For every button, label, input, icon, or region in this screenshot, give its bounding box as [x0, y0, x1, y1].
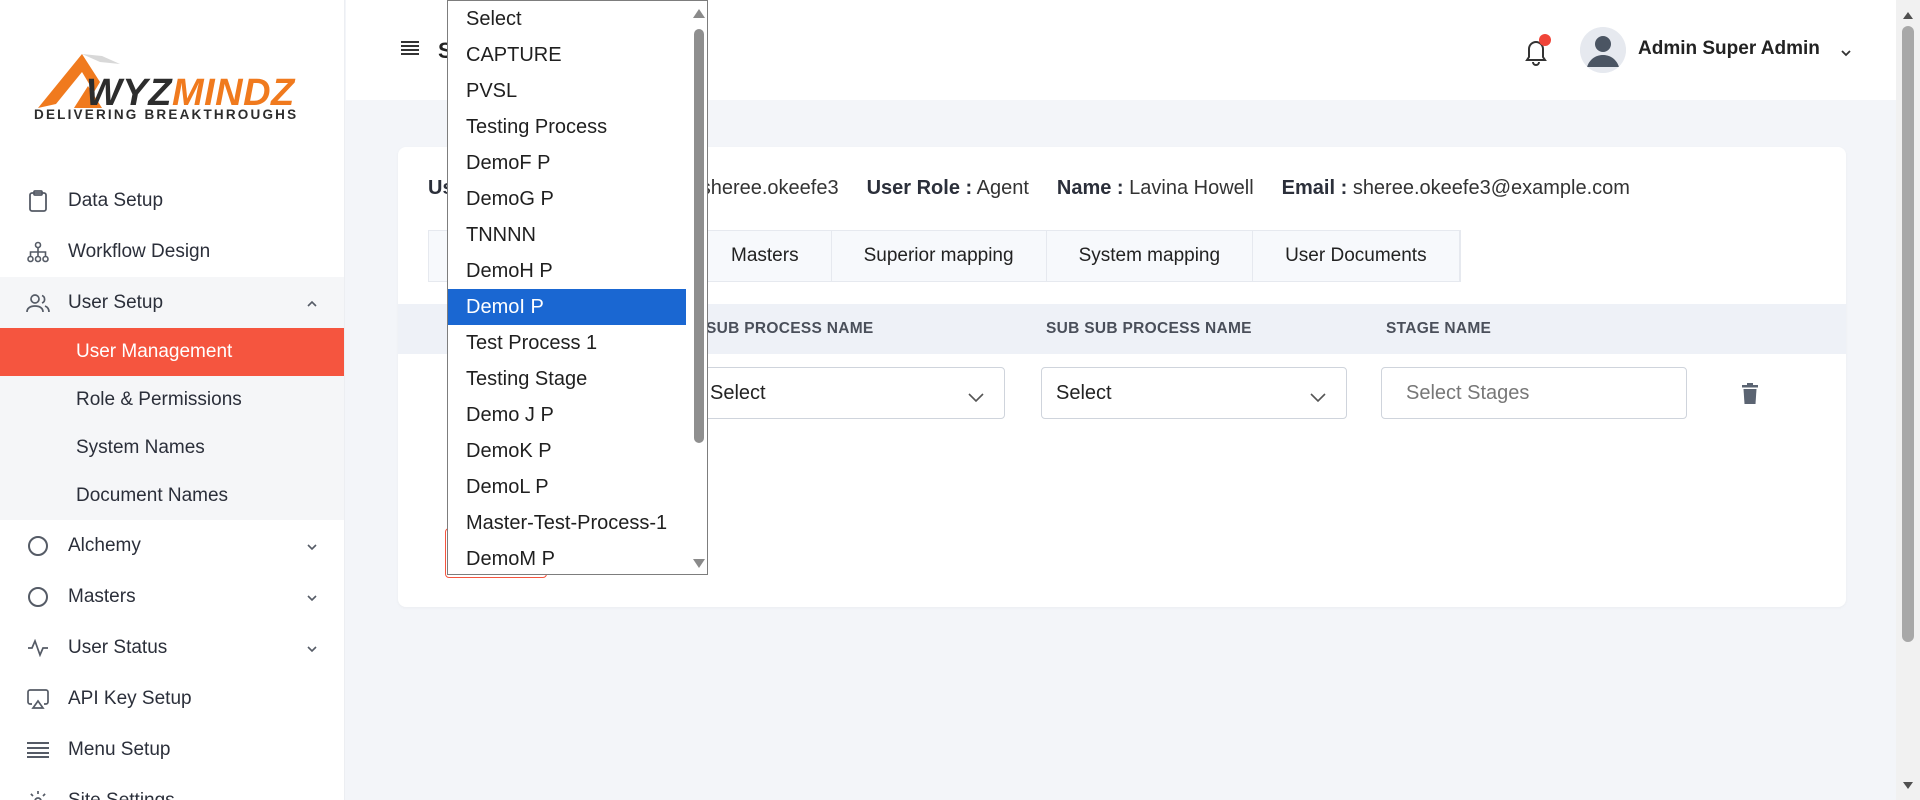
dropdown-scrollbar-thumb[interactable]	[694, 29, 704, 443]
sidebar-subitem-system-names[interactable]: System Names	[0, 424, 344, 472]
sidebar-item-label: Workflow Design	[68, 240, 211, 262]
chevron-down-icon	[305, 589, 319, 603]
sidebar-item-label: API Key Setup	[68, 687, 192, 709]
stage-multiselect[interactable]: Select Stages	[1381, 367, 1687, 419]
sidebar-item-label: Menu Setup	[68, 738, 171, 760]
hierarchy-icon	[26, 240, 50, 264]
email-label: Email :	[1281, 177, 1348, 199]
user-role-value: Agent	[976, 177, 1029, 199]
dropdown-scrollbar[interactable]	[689, 1, 707, 574]
chevron-up-icon	[305, 295, 319, 309]
tab-masters[interactable]: Masters	[699, 231, 832, 281]
sidebar-item-masters[interactable]: Masters	[0, 571, 344, 622]
hamburger-menu-icon[interactable]	[401, 40, 421, 58]
dropdown-option[interactable]: PVSL	[448, 73, 686, 109]
sidebar-subitem-role-permissions[interactable]: Role & Permissions	[0, 376, 344, 424]
tab-system-mapping[interactable]: System mapping	[1047, 231, 1254, 281]
tab-user-documents[interactable]: User Documents	[1253, 231, 1460, 281]
chevron-down-icon	[305, 538, 319, 552]
sidebar-item-user-status[interactable]: User Status	[0, 622, 344, 673]
dropdown-option[interactable]: DemoL P	[448, 469, 686, 505]
sub-process-select[interactable]: Select	[695, 367, 1005, 419]
activity-icon	[26, 636, 50, 660]
dropdown-option-highlighted[interactable]: DemoI P	[448, 289, 686, 325]
dropdown-option[interactable]: DemoF P	[448, 145, 686, 181]
sidebar-item-site-settings[interactable]: Site Settings	[0, 775, 344, 800]
sidebar-item-menu-setup[interactable]: Menu Setup	[0, 724, 344, 775]
chevron-down-icon	[305, 640, 319, 654]
user-role-label: User Role :	[866, 177, 973, 199]
dropdown-option[interactable]: DemoH P	[448, 253, 686, 289]
user-menu-name[interactable]: Admin Super Admin	[1638, 38, 1820, 60]
scroll-up-icon[interactable]	[693, 9, 705, 18]
sub-sub-process-select-value: Select	[1056, 381, 1112, 404]
header-sub-sub-process-name: SUB SUB PROCESS NAME	[1046, 320, 1252, 337]
chevron-down-icon	[1310, 386, 1326, 403]
name-value: Lavina Howell	[1129, 177, 1254, 199]
dropdown-option[interactable]: Demo J P	[448, 397, 686, 433]
sidebar-item-api-key-setup[interactable]: API Key Setup	[0, 673, 344, 724]
dropdown-option[interactable]: CAPTURE	[448, 37, 686, 73]
sidebar-item-label: User Status	[68, 636, 168, 658]
sidebar-item-user-setup[interactable]: User Setup	[0, 277, 344, 328]
header-sub-process-name: SUB PROCESS NAME	[706, 320, 874, 337]
dropdown-option[interactable]: DemoM P	[448, 541, 686, 574]
dropdown-option[interactable]: Master-Test-Process-1	[448, 505, 686, 541]
dropdown-option[interactable]: DemoG P	[448, 181, 686, 217]
circle-icon	[26, 534, 50, 558]
sidebar-item-label: User Setup	[68, 291, 164, 313]
page-scrollbar[interactable]	[1896, 0, 1920, 800]
sidebar-item-alchemy[interactable]: Alchemy	[0, 520, 344, 571]
sidebar-subitem-document-names[interactable]: Document Names	[0, 472, 344, 520]
tab-superior-mapping[interactable]: Superior mapping	[832, 231, 1047, 281]
sub-sub-process-select[interactable]: Select	[1041, 367, 1347, 419]
circle-icon	[26, 585, 50, 609]
sub-process-select-value: Select	[710, 381, 766, 404]
sidebar-item-label: Masters	[68, 585, 136, 607]
sidebar-nav: Data Setup Workflow Design User Setup Us…	[0, 175, 344, 800]
scroll-down-icon[interactable]	[1903, 782, 1913, 789]
username-value: : sheree.okeefe3	[689, 177, 839, 199]
process-dropdown-list[interactable]: Select CAPTURE PVSL Testing Process Demo…	[447, 0, 708, 575]
brand-tagline: DELIVERING BREAKTHROUGHS	[34, 107, 299, 122]
sidebar-item-label: Site Settings	[68, 789, 175, 800]
scrollbar-thumb[interactable]	[1902, 26, 1914, 642]
dropdown-option[interactable]: Testing Process	[448, 109, 686, 145]
dropdown-option[interactable]: TNNNN	[448, 217, 686, 253]
brand-logo: WYZMINDZ DELIVERING BREAKTHROUGHS	[30, 48, 320, 126]
sidebar-item-data-setup[interactable]: Data Setup	[0, 175, 344, 226]
sidebar-item-label: Data Setup	[68, 189, 164, 211]
sidebar-item-label: Alchemy	[68, 534, 141, 556]
users-icon	[26, 291, 50, 315]
sidebar-item-workflow-design[interactable]: Workflow Design	[0, 226, 344, 277]
sidebar: WYZMINDZ DELIVERING BREAKTHROUGHS Data S…	[0, 0, 345, 800]
dropdown-option[interactable]: DemoK P	[448, 433, 686, 469]
delete-row-icon[interactable]	[1741, 383, 1759, 405]
dropdown-option[interactable]: Testing Stage	[448, 361, 686, 397]
scroll-down-icon[interactable]	[693, 559, 705, 568]
dropdown-option[interactable]: Test Process 1	[448, 325, 686, 361]
dropdown-options: Select CAPTURE PVSL Testing Process Demo…	[448, 1, 686, 574]
airplay-icon	[26, 687, 50, 711]
menu-icon	[26, 738, 50, 762]
notification-badge	[1539, 34, 1551, 46]
sidebar-subitem-user-management[interactable]: User Management	[0, 328, 344, 376]
avatar[interactable]	[1580, 27, 1626, 73]
chevron-down-icon[interactable]	[1840, 45, 1852, 57]
chevron-down-icon	[968, 386, 984, 403]
name-label: Name :	[1056, 177, 1124, 199]
header-stage-name: STAGE NAME	[1386, 320, 1492, 337]
sidebar-group-user-setup: User Setup User Management Role & Permis…	[0, 277, 344, 520]
gear-icon	[26, 789, 50, 800]
dropdown-option[interactable]: Select	[448, 1, 686, 37]
clipboard-icon	[26, 189, 50, 213]
scroll-up-icon[interactable]	[1903, 12, 1913, 19]
email-value: sheree.okeefe3@example.com	[1352, 177, 1630, 199]
